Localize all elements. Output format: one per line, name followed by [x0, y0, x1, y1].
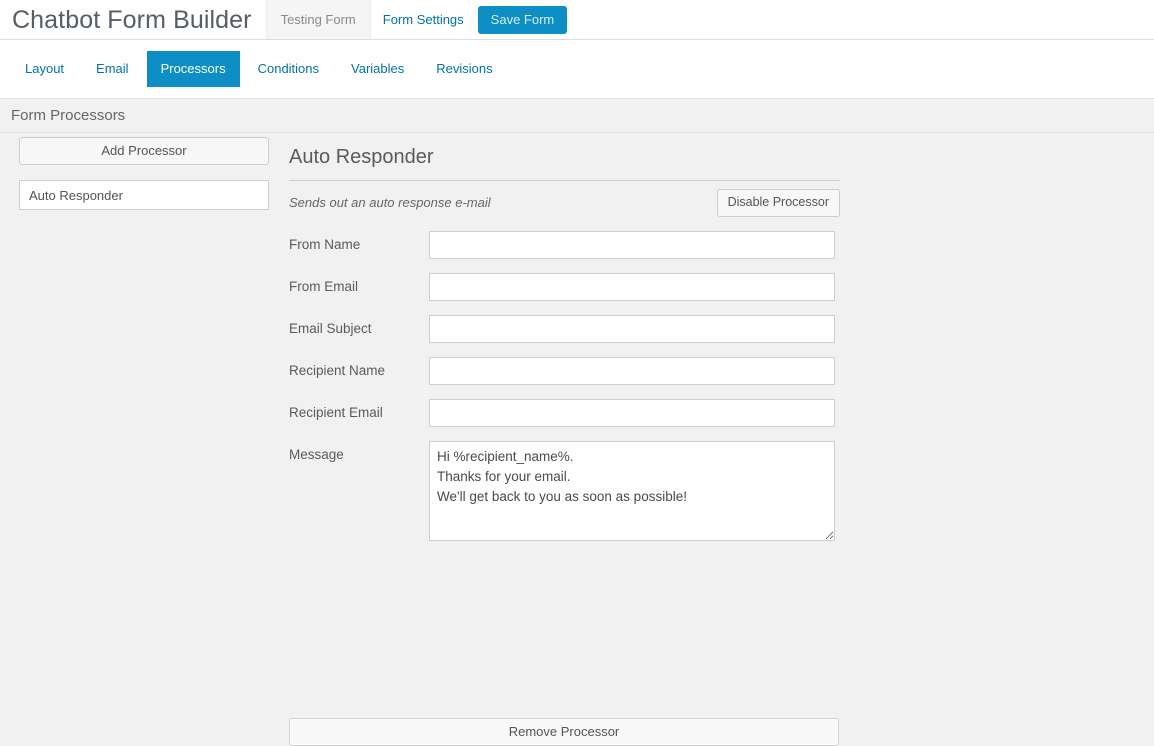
- main-content-area: Add Processor Auto Responder Auto Respon…: [0, 133, 1154, 746]
- input-recipient-email[interactable]: [429, 399, 835, 427]
- label-from-name: From Name: [289, 237, 361, 252]
- label-recipient-email: Recipient Email: [289, 405, 383, 420]
- processor-heading: Auto Responder: [289, 146, 434, 168]
- processor-list-item-auto-responder[interactable]: Auto Responder: [19, 180, 269, 210]
- processor-description-row: Sends out an auto response e-mail Disabl…: [289, 181, 840, 219]
- nav-item-processors[interactable]: Processors: [146, 51, 240, 87]
- form-row-recipient-email: Recipient Email: [289, 399, 840, 427]
- processor-description: Sends out an auto response e-mail: [289, 195, 491, 210]
- input-email-subject[interactable]: [429, 315, 835, 343]
- nav-item-email[interactable]: Email: [82, 51, 143, 87]
- remove-processor-button[interactable]: Remove Processor: [289, 718, 839, 746]
- input-message[interactable]: [429, 441, 835, 541]
- nav-item-conditions[interactable]: Conditions: [244, 51, 333, 87]
- nav-item-revisions[interactable]: Revisions: [422, 51, 506, 87]
- add-processor-button[interactable]: Add Processor: [19, 137, 269, 165]
- link-form-settings-label: Form Settings: [382, 12, 464, 27]
- save-form-button[interactable]: Save Form: [477, 5, 568, 34]
- form-row-message: Message: [289, 441, 840, 541]
- processor-detail-panel: Auto Responder Sends out an auto respons…: [289, 133, 840, 555]
- nav-item-variables[interactable]: Variables: [337, 51, 418, 87]
- app-title: Chatbot Form Builder: [12, 6, 252, 34]
- tab-testing-form[interactable]: Testing Form: [265, 0, 371, 39]
- disable-processor-button[interactable]: Disable Processor: [716, 188, 840, 217]
- input-recipient-name[interactable]: [429, 357, 835, 385]
- tab-testing-form-label: Testing Form: [280, 12, 356, 27]
- form-row-recipient-name: Recipient Name: [289, 357, 840, 385]
- top-header-bar: Chatbot Form Builder Testing Form Form S…: [0, 0, 1154, 40]
- secondary-nav: Layout Email Processors Conditions Varia…: [0, 40, 1154, 99]
- label-email-subject: Email Subject: [289, 321, 372, 336]
- form-row-from-name: From Name: [289, 231, 840, 259]
- processor-sidebar: Add Processor Auto Responder: [19, 137, 269, 210]
- save-form-container: Save Form: [476, 0, 568, 39]
- page-title: Form Processors: [11, 107, 126, 124]
- section-header-strip: Form Processors: [0, 99, 1154, 133]
- label-message: Message: [289, 447, 344, 462]
- link-form-settings[interactable]: Form Settings: [371, 0, 476, 39]
- input-from-name[interactable]: [429, 231, 835, 259]
- remove-processor-container: Remove Processor: [289, 718, 839, 746]
- form-row-email-subject: Email Subject: [289, 315, 840, 343]
- input-from-email[interactable]: [429, 273, 835, 301]
- label-recipient-name: Recipient Name: [289, 363, 386, 378]
- processor-form: From Name From Email Email Subject Recip…: [289, 231, 840, 541]
- nav-item-layout[interactable]: Layout: [11, 51, 78, 87]
- label-from-email: From Email: [289, 279, 359, 294]
- processor-list-item-label: Auto Responder: [29, 187, 123, 203]
- form-row-from-email: From Email: [289, 273, 840, 301]
